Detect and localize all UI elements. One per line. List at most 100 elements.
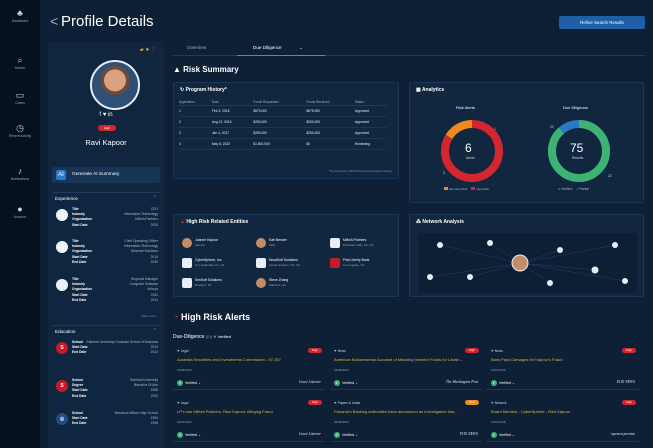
entity-item[interactable]: CyberSphere, Inc. Ft. Lauderdale, FL, US bbox=[182, 257, 252, 271]
alert-headline[interactable]: Panama's Banking Authorities have announ… bbox=[334, 409, 474, 414]
ai-icon: AI bbox=[56, 170, 66, 180]
risk-high-count: 3 bbox=[443, 171, 445, 175]
chevron-up-icon[interactable]: ⌃ bbox=[153, 195, 157, 201]
detail-key: End Date bbox=[72, 421, 87, 426]
generate-ai-summary-button[interactable]: AI Generate AI Summary bbox=[52, 167, 160, 183]
verify-dropdown[interactable]: ✓ Verified ⌄ bbox=[334, 432, 358, 438]
table-row[interactable]: 3 Jan 4, 2017 $250,000 $250,000 Approved bbox=[179, 127, 387, 139]
bell-icon: ♪ bbox=[17, 166, 23, 176]
alert-date: 06/08/2020 bbox=[334, 420, 349, 424]
table-cell: Reviewing bbox=[354, 138, 387, 150]
social-links[interactable]: f ♥ in bbox=[48, 112, 164, 118]
entity-item[interactable]: Steve Zhang Stanford, CA bbox=[256, 277, 326, 291]
legend-label: Verified bbox=[561, 187, 573, 191]
nav-notifications[interactable]: ♪ Notifications bbox=[0, 166, 40, 181]
alert-card[interactable]: ⚑ News High American Businessman Accused o… bbox=[330, 346, 482, 390]
verify-dropdown[interactable]: ✓ Verified ⌄ bbox=[491, 432, 515, 438]
header: < Profile Details Refine Search Results bbox=[40, 0, 653, 42]
entity-item[interactable]: NovaSoft Solutions Grand Junction, CO, US bbox=[256, 257, 326, 271]
publisher-logo: Court Listener bbox=[298, 432, 321, 436]
profile-panel: ▰ ★ ⋮ f ♥ in High Ravi Kapoor AI Generat… bbox=[48, 42, 164, 448]
nav-cases[interactable]: ▭ Cases bbox=[0, 90, 40, 105]
detail-key: End Date bbox=[72, 259, 87, 264]
nav-dashboard[interactable]: ♣ Dashboard bbox=[0, 8, 40, 23]
more-icon[interactable]: ⋮ bbox=[151, 47, 156, 53]
show-more-link[interactable]: Show more bbox=[141, 314, 156, 318]
alert-headline[interactable]: American Businessman Accused of Misusing… bbox=[334, 357, 474, 362]
refine-search-button[interactable]: Refine Search Results bbox=[559, 16, 645, 29]
entity-item[interactable]: First Liberty Bank Los Angeles, CA bbox=[330, 257, 400, 271]
alert-card[interactable]: ⚑ Legal High LP's sue MithrA Partners, Rav… bbox=[173, 398, 325, 442]
alert-headline[interactable]: Bank Pays Damages for Kapoor's Fraud bbox=[491, 357, 631, 362]
alert-card[interactable]: ⚑ News High Bank Pays Damages for Kapoor's… bbox=[487, 346, 639, 390]
experience-details: Title Chief Operating Officer Industry Info… bbox=[72, 239, 158, 265]
table-row[interactable]: 2 Aug 12, 2016 $250,000 $250,000 Approved bbox=[179, 116, 387, 128]
education-details: School Stanford University Degree Bachelor … bbox=[72, 378, 158, 399]
chevron-down-icon[interactable]: ⌄ bbox=[299, 45, 303, 51]
alert-card[interactable]: ⚑ Network High Board Member - CyberSphere … bbox=[487, 398, 639, 442]
star-icon[interactable]: ★ bbox=[145, 47, 149, 53]
risk-alerts-value: 6 bbox=[465, 141, 472, 155]
entity-item[interactable]: SimSoft Solutions Brooklyn, NY bbox=[182, 277, 252, 291]
table-cell: $250,000 bbox=[306, 116, 355, 128]
company-logo bbox=[56, 209, 68, 221]
alert-source: ⚑ News bbox=[491, 349, 503, 353]
person-avatar bbox=[256, 238, 266, 248]
education-item: S School Stanford University Degree Bachelo… bbox=[52, 376, 160, 410]
avatar-icon: ● bbox=[17, 204, 23, 214]
profile-controls[interactable]: ▰ ★ ⋮ bbox=[140, 47, 156, 53]
donut-charts bbox=[441, 120, 610, 182]
due-diligence-subtitle: Due-Diligence (10) ● Verified bbox=[173, 334, 231, 340]
alert-card[interactable]: ⚑ Papers & Leaks Med Panama's Banking Auth… bbox=[330, 398, 482, 442]
entity-sub: Brooklyn, NY bbox=[195, 283, 212, 287]
entity-item[interactable]: Karl Bender CEO bbox=[256, 237, 326, 251]
alert-source: ⚑ Legal bbox=[177, 401, 189, 405]
related-entities-card: ▲ High Risk Related Entities Joanne Kapo… bbox=[173, 214, 399, 297]
verify-dropdown[interactable]: ✓ Verified ⌄ bbox=[491, 380, 515, 386]
back-button[interactable]: < bbox=[50, 13, 58, 29]
check-icon: ✓ bbox=[334, 432, 340, 438]
entity-sub: El Dorado Hills, CA, US bbox=[343, 243, 374, 247]
detail-key: End Date bbox=[72, 297, 87, 302]
alert-headline[interactable]: Australia Securities and Investments Com… bbox=[177, 357, 317, 362]
dd-count-verified: 22 bbox=[608, 174, 612, 178]
entity-item[interactable]: Joanne Kapoor Spouse bbox=[182, 237, 252, 251]
network-graph[interactable] bbox=[410, 215, 645, 298]
nav-search[interactable]: ⌕ Search bbox=[0, 55, 40, 70]
severity-badge: High bbox=[308, 348, 322, 353]
entity-sub: CEO bbox=[269, 243, 276, 247]
warning-icon: ▲ bbox=[173, 65, 184, 74]
table-row[interactable]: 1 Feb 3, 2016 $675,000 $675,000 Approved bbox=[179, 105, 387, 117]
chevron-up-icon[interactable]: ⌃ bbox=[153, 328, 157, 334]
company-logo bbox=[330, 258, 340, 268]
table-row[interactable]: 4 May 8, 2022 $1,500,000 $0 Reviewing bbox=[179, 138, 387, 150]
tab-due-diligence[interactable]: Due Diligence bbox=[253, 45, 282, 50]
experience-title: Experience bbox=[55, 196, 78, 201]
tab-overview[interactable]: Overview bbox=[187, 45, 206, 50]
detail-row: End Date 2002 bbox=[72, 394, 158, 399]
detail-value: 2012 bbox=[150, 350, 158, 355]
experience-details: Title Regional Manager Industry Computer So… bbox=[72, 277, 158, 303]
nav-account[interactable]: ● Account bbox=[0, 204, 40, 219]
tab-bar: Overview Due Diligence ⌄ bbox=[173, 42, 645, 56]
folder-icon[interactable]: ▰ bbox=[140, 47, 144, 53]
nav-recent-activity[interactable]: ◷ Recent Activity bbox=[0, 123, 40, 138]
alert-headline[interactable]: LP's sue MithrA Partners, Ravi Kapoor, A… bbox=[177, 409, 317, 414]
alert-card[interactable]: ⚑ Legal High Australia Securities and Inve… bbox=[173, 346, 325, 390]
verify-dropdown[interactable]: ✓ Verified ⌄ bbox=[177, 380, 201, 386]
verify-dropdown[interactable]: ✓ Verified ⌄ bbox=[334, 380, 358, 386]
dd-count: (10) bbox=[205, 335, 212, 339]
publisher-logo: The Washington Post bbox=[445, 380, 478, 384]
company-logo bbox=[256, 258, 266, 268]
experience-details: Title CEO Industry Information Technology Or… bbox=[72, 207, 158, 228]
risk-summary-title: Risk Summary bbox=[183, 65, 239, 74]
detail-key: Start Date bbox=[72, 222, 88, 227]
table-cell: $250,000 bbox=[253, 127, 307, 139]
alert-headline[interactable]: Board Member - CyberSphere - Ravi Kapoor bbox=[491, 409, 631, 414]
school-logo: S bbox=[56, 380, 68, 392]
program-history-table: Application Date Funds Requested Funds R… bbox=[179, 99, 387, 150]
entity-item[interactable]: MithrA Partners El Dorado Hills, CA, US bbox=[330, 237, 400, 251]
verify-dropdown[interactable]: ✓ Verified ⌄ bbox=[177, 432, 201, 438]
education-item: S School Stanford University Graduate Sch… bbox=[52, 338, 160, 372]
table-cell: May 8, 2022 bbox=[211, 138, 254, 150]
